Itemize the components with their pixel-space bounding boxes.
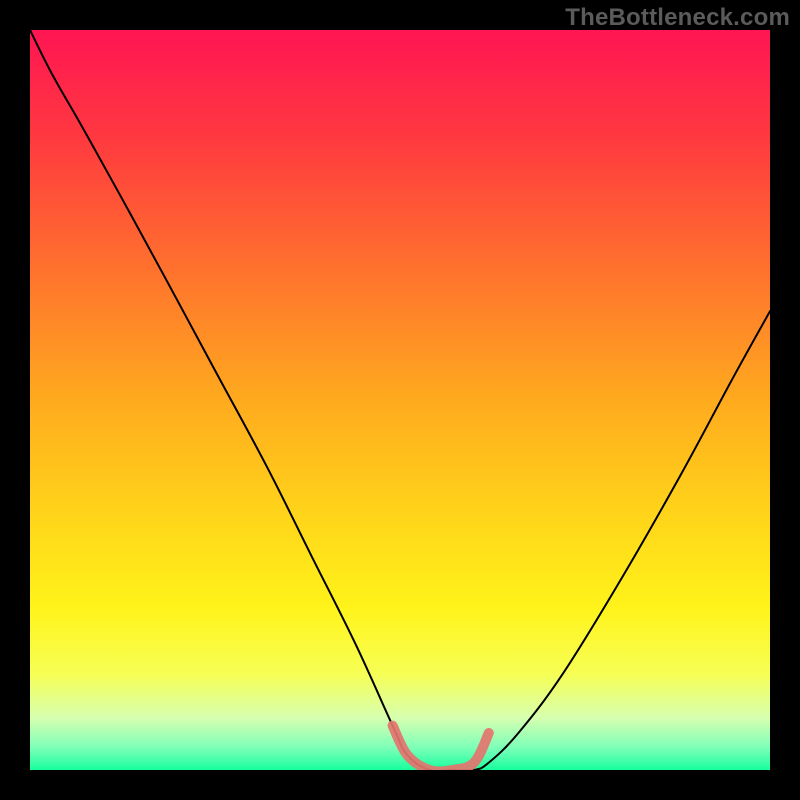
watermark-text: TheBottleneck.com <box>565 4 790 32</box>
chart-canvas <box>30 30 770 770</box>
bottleneck-chart: TheBottleneck.com <box>0 0 800 800</box>
plot-background <box>30 30 770 770</box>
